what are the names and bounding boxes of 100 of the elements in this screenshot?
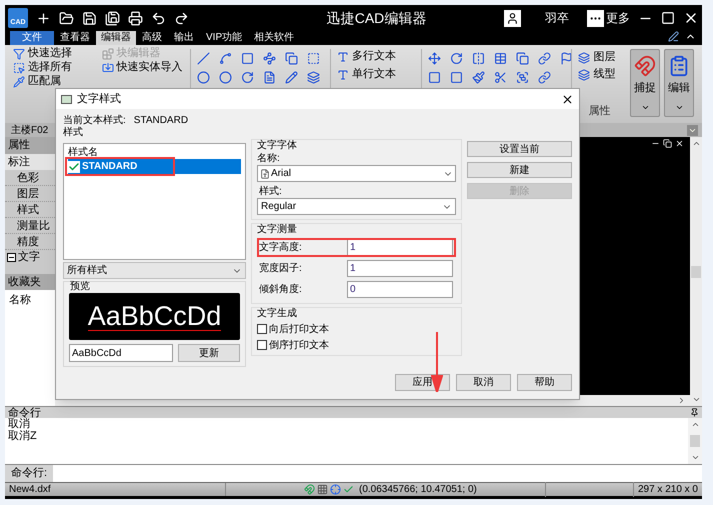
clipboard-icon[interactable]	[668, 55, 690, 77]
document-tab[interactable]: 主楼F02	[11, 122, 48, 138]
ribbon-button[interactable]: 选择所有	[13, 61, 102, 74]
scroll-right-icon[interactable]	[677, 396, 686, 405]
list-icon[interactable]	[578, 68, 590, 80]
undo-icon[interactable]	[151, 10, 166, 26]
scrollbar-thumb[interactable]	[691, 266, 701, 278]
ribbon-button[interactable]: 线型	[578, 66, 626, 83]
checkbox-option[interactable]: 倒序打印文本	[257, 338, 456, 352]
large-ribbon-button[interactable]: 捕捉	[630, 49, 660, 117]
user-avatar-icon[interactable]	[504, 10, 521, 26]
scrollbar-thumb[interactable]	[690, 435, 700, 447]
menu-tab[interactable]: 相关软件	[248, 31, 300, 45]
preview-text-field[interactable]: AaBbCcDd	[69, 344, 173, 362]
ribbon-button[interactable]: 快速选择	[13, 47, 102, 60]
layers-icon[interactable]	[307, 71, 320, 84]
scroll-down-icon[interactable]	[692, 395, 700, 404]
redo-icon[interactable]	[174, 10, 189, 26]
rectangle-icon[interactable]	[450, 71, 464, 84]
restore-icon[interactable]	[663, 139, 672, 148]
dialog-button[interactable]: 取消	[456, 374, 511, 391]
menu-tab[interactable]: 输出	[168, 31, 200, 45]
scroll-up-icon[interactable]	[692, 139, 700, 148]
copy-icon[interactable]	[285, 52, 298, 65]
text-icon[interactable]	[336, 68, 349, 80]
ribbon-button[interactable]: 匹配属	[13, 75, 102, 88]
rectangle-icon[interactable]	[241, 52, 254, 65]
ribbon-button[interactable]: 图层	[578, 49, 626, 66]
magnet-icon[interactable]	[634, 55, 656, 77]
scroll-down-icon[interactable]	[690, 453, 700, 462]
polyline-icon[interactable]	[263, 52, 276, 65]
copy-icon[interactable]	[516, 52, 530, 65]
grid-icon[interactable]	[317, 484, 328, 495]
menu-tab[interactable]: 高级	[136, 31, 168, 45]
tool-icon[interactable]	[13, 76, 25, 88]
ribbon-button[interactable]: 快速实体导入	[102, 61, 190, 74]
table-icon[interactable]	[494, 52, 508, 65]
vertical-scrollbar[interactable]	[690, 137, 702, 406]
style-filter-dropdown[interactable]: 所有样式	[63, 262, 246, 279]
close-icon[interactable]	[561, 92, 574, 106]
line-icon[interactable]	[197, 52, 210, 65]
large-ribbon-button[interactable]: 编辑	[664, 49, 694, 117]
menu-tab[interactable]: 查看器	[54, 31, 96, 45]
circle-icon[interactable]	[197, 71, 210, 84]
measure-field[interactable]: 1	[347, 260, 453, 277]
more-link[interactable]: 更多	[606, 9, 630, 27]
dialog-button[interactable]: 新建	[466, 162, 572, 178]
measure-field[interactable]: 0	[347, 281, 453, 298]
ellipse-icon[interactable]	[219, 71, 232, 84]
link-icon[interactable]	[538, 71, 552, 84]
more-icon[interactable]	[587, 10, 604, 26]
checkbox[interactable]	[257, 340, 267, 350]
update-button[interactable]: 更新	[178, 344, 240, 362]
panel-icon[interactable]	[428, 71, 442, 84]
list-icon[interactable]	[578, 52, 590, 64]
checkbox[interactable]	[257, 324, 267, 334]
ribbon-button[interactable]: 多行文本	[336, 49, 422, 64]
font-name-dropdown[interactable]: Arial	[257, 165, 456, 182]
tool-icon[interactable]	[13, 62, 25, 74]
dialog-button[interactable]: 设置当前	[466, 141, 572, 157]
text-icon[interactable]	[336, 50, 349, 62]
tool-icon[interactable]	[13, 48, 25, 60]
rotate-icon[interactable]	[450, 52, 464, 65]
scroll-up-icon[interactable]	[690, 420, 700, 429]
scissors-icon[interactable]	[494, 71, 508, 84]
ribbon-button[interactable]: 单行文本	[336, 67, 422, 82]
pencil-icon[interactable]	[285, 71, 298, 84]
check-icon[interactable]	[343, 484, 354, 495]
pen-icon[interactable]	[668, 31, 679, 42]
measure-field[interactable]: 1	[347, 239, 453, 256]
save-icon[interactable]	[82, 10, 97, 26]
selection-icon[interactable]	[307, 52, 320, 65]
close-icon[interactable]	[675, 139, 684, 148]
mirror-icon[interactable]	[472, 52, 486, 65]
menu-tab[interactable]: VIP功能	[200, 31, 248, 45]
move-icon[interactable]	[428, 52, 442, 65]
print-icon[interactable]	[128, 10, 143, 26]
vertical-scrollbar[interactable]	[688, 418, 702, 464]
dialog-button[interactable]: 帮助	[517, 374, 572, 391]
new-file-icon[interactable]	[36, 10, 51, 26]
menu-tab[interactable]: 文件	[10, 31, 54, 45]
pin-icon[interactable]	[690, 408, 699, 417]
tool-icon[interactable]	[102, 62, 114, 74]
brush-icon[interactable]	[472, 71, 486, 84]
group-icon[interactable]	[516, 71, 530, 84]
document-icon[interactable]	[263, 71, 276, 84]
checkbox-option[interactable]: 向后打印文本	[257, 322, 456, 336]
folder-icon[interactable]	[59, 10, 74, 26]
user-name[interactable]: 羽卒	[545, 9, 569, 27]
font-style-dropdown[interactable]: Regular	[257, 198, 456, 215]
menu-tab[interactable]: 编辑器	[96, 31, 136, 45]
save-all-icon[interactable]	[105, 10, 120, 26]
link-icon[interactable]	[538, 52, 552, 65]
style-list-item[interactable]: STANDARD	[68, 159, 241, 174]
collapse-box-icon[interactable]	[7, 253, 16, 262]
maximize-icon[interactable]	[661, 11, 675, 25]
curve-icon[interactable]	[219, 52, 232, 65]
ortho-icon[interactable]	[330, 484, 341, 495]
dropdown-icon[interactable]	[687, 124, 698, 136]
rotate-icon[interactable]	[241, 71, 254, 84]
